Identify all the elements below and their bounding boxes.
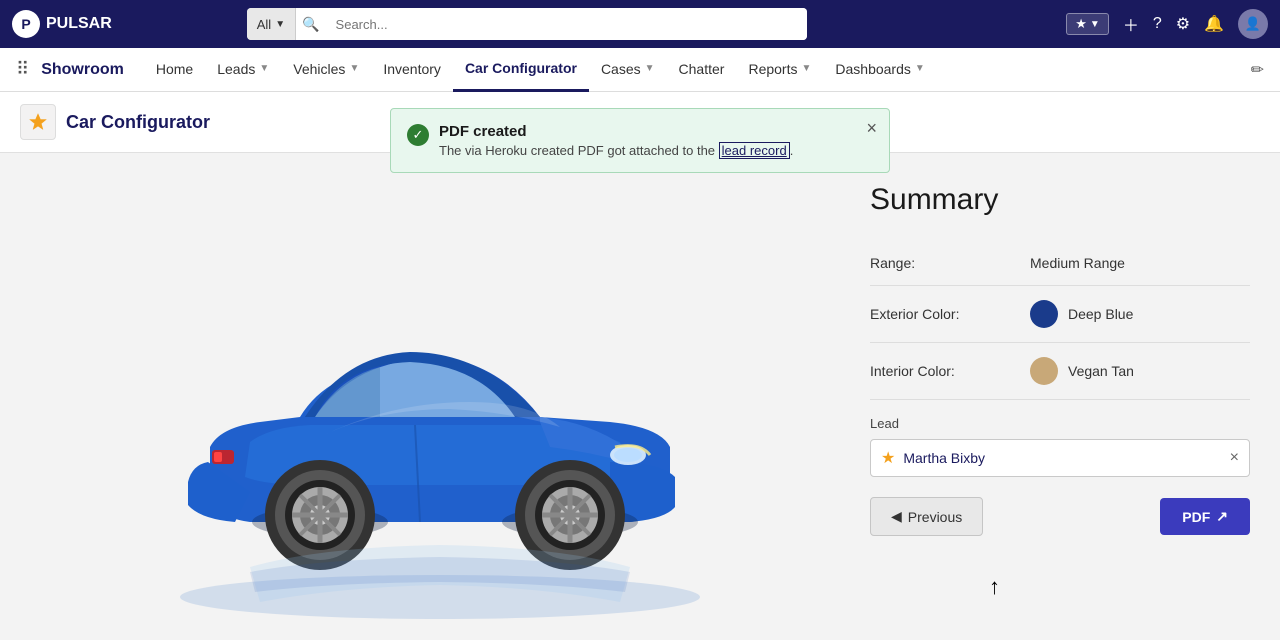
nav-item-vehicles[interactable]: Vehicles ▼ — [281, 48, 371, 92]
previous-label: Previous — [908, 509, 962, 525]
user-avatar[interactable]: 👤 — [1238, 9, 1268, 39]
range-label: Range: — [870, 255, 1030, 271]
car-configurator-icon — [20, 104, 56, 140]
app-grid-icon[interactable]: ⠿ — [16, 59, 29, 80]
toast-container: ✓ PDF created The via Heroku created PDF… — [390, 108, 890, 173]
search-input[interactable] — [326, 8, 807, 40]
logo-icon: P — [12, 10, 40, 38]
interior-color-text: Vegan Tan — [1068, 363, 1134, 379]
search-icon: 🔍 — [296, 16, 325, 33]
interior-color-swatch — [1030, 357, 1058, 385]
lead-record-link[interactable]: lead record — [719, 142, 790, 159]
logo-text: PULSAR — [46, 15, 112, 33]
action-buttons-row: ◀ Previous PDF ↗ — [870, 497, 1250, 536]
setup-icon[interactable]: ⚙ — [1176, 14, 1190, 34]
toast-title: PDF created — [439, 123, 873, 140]
global-search-bar[interactable]: All ▼ 🔍 — [247, 8, 807, 40]
nav-dashboards-chevron: ▼ — [915, 63, 925, 74]
exterior-color-text: Deep Blue — [1068, 306, 1133, 322]
nav-vehicles-chevron: ▼ — [349, 63, 359, 74]
lead-section: Lead ★ Martha Bixby × — [870, 416, 1250, 477]
lead-name-value: Martha Bixby — [903, 450, 1221, 466]
help-icon[interactable]: ? — [1153, 15, 1162, 33]
search-prefix-chevron: ▼ — [275, 19, 285, 30]
lead-star-icon: ★ — [881, 448, 895, 468]
top-navigation-bar: P PULSAR All ▼ 🔍 ★ ▼ ＋ ? ⚙ 🔔 👤 — [0, 0, 1280, 48]
exterior-color-label: Exterior Color: — [870, 306, 1030, 322]
pdf-button[interactable]: PDF ↗ — [1160, 498, 1250, 535]
page-title: Car Configurator — [66, 112, 210, 133]
toast-close-button[interactable]: × — [866, 119, 877, 137]
success-toast: ✓ PDF created The via Heroku created PDF… — [390, 108, 890, 173]
nav-item-cases[interactable]: Cases ▼ — [589, 48, 667, 92]
search-prefix-button[interactable]: All ▼ — [247, 8, 296, 40]
nav-home-label: Home — [156, 61, 193, 77]
nav-item-leads[interactable]: Leads ▼ — [205, 48, 281, 92]
notifications-icon[interactable]: 🔔 — [1204, 14, 1224, 34]
nav-vehicles-label: Vehicles — [293, 61, 345, 77]
nav-cases-chevron: ▼ — [645, 63, 655, 74]
top-bar-actions: ★ ▼ ＋ ? ⚙ 🔔 👤 — [1066, 9, 1268, 39]
lead-input-field[interactable]: ★ Martha Bixby × — [870, 439, 1250, 477]
nav-car-configurator-label: Car Configurator — [465, 60, 577, 76]
interior-color-label: Interior Color: — [870, 363, 1030, 379]
toast-body-prefix: The via Heroku created PDF got attached … — [439, 143, 719, 158]
nav-dashboards-label: Dashboards — [835, 61, 911, 77]
nav-edit-icon[interactable]: ✏ — [1251, 60, 1264, 80]
interior-color-value: Vegan Tan — [1030, 357, 1134, 385]
pdf-export-icon: ↗ — [1216, 508, 1228, 525]
nav-item-chatter[interactable]: Chatter — [667, 48, 737, 92]
star-icon: ★ — [1075, 16, 1087, 32]
previous-button[interactable]: ◀ Previous — [870, 497, 983, 536]
nav-inventory-label: Inventory — [383, 61, 441, 77]
car-image-container — [120, 207, 720, 587]
exterior-color-swatch — [1030, 300, 1058, 328]
previous-chevron-icon: ◀ — [891, 508, 902, 525]
main-content: Summary Range: Medium Range Exterior Col… — [0, 153, 1280, 640]
car-image-area — [0, 153, 840, 640]
nav-item-inventory[interactable]: Inventory — [371, 48, 453, 92]
nav-item-home[interactable]: Home — [144, 48, 205, 92]
favorites-button[interactable]: ★ ▼ — [1066, 13, 1109, 35]
nav-item-dashboards[interactable]: Dashboards ▼ — [823, 48, 936, 92]
toast-body: The via Heroku created PDF got attached … — [439, 143, 873, 158]
app-name: Showroom — [41, 61, 124, 79]
range-value: Medium Range — [1030, 255, 1125, 271]
nav-leads-label: Leads — [217, 61, 255, 77]
summary-row-exterior: Exterior Color: Deep Blue — [870, 286, 1250, 343]
summary-title: Summary — [870, 183, 1250, 217]
pdf-label: PDF — [1182, 509, 1210, 525]
search-prefix-label: All — [257, 17, 271, 32]
favorites-chevron: ▼ — [1090, 19, 1100, 30]
exterior-color-value: Deep Blue — [1030, 300, 1133, 328]
nav-cases-label: Cases — [601, 61, 641, 77]
nav-item-car-configurator[interactable]: Car Configurator — [453, 48, 589, 92]
summary-row-range: Range: Medium Range — [870, 241, 1250, 286]
nav-leads-chevron: ▼ — [259, 63, 269, 74]
nav-chatter-label: Chatter — [679, 61, 725, 77]
range-text: Medium Range — [1030, 255, 1125, 271]
lead-clear-button[interactable]: × — [1230, 449, 1239, 467]
lead-field-label: Lead — [870, 416, 1250, 431]
app-logo[interactable]: P PULSAR — [12, 10, 112, 38]
summary-panel: Summary Range: Medium Range Exterior Col… — [840, 153, 1280, 640]
nav-item-reports[interactable]: Reports ▼ — [736, 48, 823, 92]
summary-row-interior: Interior Color: Vegan Tan — [870, 343, 1250, 400]
nav-reports-chevron: ▼ — [801, 63, 811, 74]
toast-body-suffix: . — [790, 143, 794, 158]
toast-check-icon: ✓ — [407, 124, 429, 146]
secondary-navigation: ⠿ Showroom Home Leads ▼ Vehicles ▼ Inven… — [0, 48, 1280, 92]
toast-content: PDF created The via Heroku created PDF g… — [439, 123, 873, 158]
nav-reports-label: Reports — [748, 61, 797, 77]
add-button[interactable]: ＋ — [1123, 12, 1139, 36]
